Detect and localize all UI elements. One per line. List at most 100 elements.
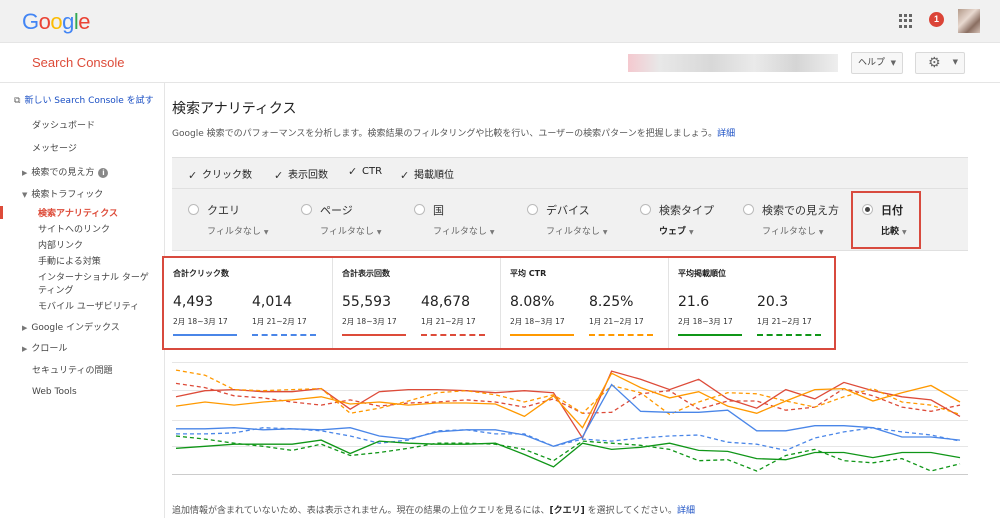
summary-card-title: 平均 CTR (510, 269, 547, 278)
chart-series-line-0 (175, 370, 961, 440)
summary-previous-line (589, 334, 653, 336)
radio-query[interactable] (188, 204, 199, 215)
help-label: ヘルプ (858, 58, 886, 68)
new-console-label: 新しい Search Console を試す (24, 96, 154, 106)
sidebar-item-label: Google インデックス (31, 323, 120, 333)
sidebar-item-label: クロール (31, 344, 68, 354)
chart-series-line-3 (175, 369, 961, 416)
sidebar-item-international-targeting[interactable]: インターナショナル ターゲ (38, 270, 149, 283)
property-selector[interactable] (628, 54, 838, 72)
chevron-down-icon: ▼ (376, 229, 382, 236)
summary-current-line (173, 334, 237, 336)
product-name[interactable]: Search Console (32, 55, 125, 70)
radio-device[interactable] (527, 204, 538, 215)
group-country-label: 国 (433, 204, 444, 217)
summary-card-position[interactable]: 平均掲載順位 21.6 20.3 2月 18~3月 17 1月 21~2月 17 (668, 258, 836, 348)
checkmark-icon: ✓ (348, 165, 358, 178)
group-device-label: デバイス (546, 204, 590, 217)
metric-label: 表示回数 (288, 170, 328, 181)
help-button[interactable]: ヘルプ ▼ (851, 52, 903, 74)
filter-label: フィルタなし (207, 227, 261, 237)
new-console-link[interactable]: ⧉ 新しい Search Console を試す (14, 93, 154, 106)
summary-current-value: 55,593 (342, 294, 391, 310)
chevron-right-icon: ▶ (22, 345, 28, 353)
notice-bold: [クエリ] (549, 506, 585, 516)
chevron-down-icon: ▼ (263, 229, 269, 236)
chevron-down-icon: ▼ (689, 229, 694, 236)
summary-current-line (342, 334, 406, 336)
summary-current-range: 2月 18~3月 17 (173, 317, 228, 326)
group-country-filter[interactable]: フィルタなし ▼ (433, 224, 494, 237)
sidebar-item-label: 検索での見え方 (31, 168, 95, 178)
google-logo[interactable]: Google (22, 9, 91, 35)
filter-label: フィルタなし (433, 227, 487, 237)
metric-ctr-checkbox[interactable]: ✓ CTR (348, 166, 382, 177)
filter-label: フィルタなし (320, 227, 374, 237)
radio-search-appearance[interactable] (743, 204, 754, 215)
radio-search-type[interactable] (640, 204, 651, 215)
summary-cards: 合計クリック数 4,493 4,014 2月 18~3月 17 1月 21~2月 17 … (162, 256, 836, 350)
sidebar-item-web-tools[interactable]: Web Tools (32, 387, 77, 397)
description-text: Google 検索でのパフォーマンスを分析します。検索結果のフィルタリングや比較… (172, 129, 718, 139)
sidebar-item-label: 検索トラフィック (31, 190, 104, 200)
sidebar-item-internal-links[interactable]: 内部リンク (38, 238, 83, 251)
summary-card-title: 平均掲載順位 (678, 269, 726, 278)
group-device-filter[interactable]: フィルタなし ▼ (546, 224, 607, 237)
sidebar-item-crawl[interactable]: ▶ クロール (22, 341, 67, 354)
sidebar-item-security-issues[interactable]: セキュリティの問題 (32, 363, 112, 376)
avatar[interactable] (958, 9, 980, 33)
summary-card-clicks[interactable]: 合計クリック数 4,493 4,014 2月 18~3月 17 1月 21~2月 17 (164, 258, 332, 348)
settings-button[interactable]: ⚙ ▼ (915, 52, 965, 74)
sidebar-item-links-to-site[interactable]: サイトへのリンク (38, 222, 110, 235)
group-search-type-label: 検索タイプ (659, 204, 714, 217)
sidebar-item-manual-actions[interactable]: 手動による対策 (38, 254, 101, 267)
summary-previous-line (757, 334, 821, 336)
notice-text-2: を選択してください。 (584, 506, 678, 516)
group-page-filter[interactable]: フィルタなし ▼ (320, 224, 381, 237)
logo-letter: G (22, 9, 39, 34)
summary-card-impressions[interactable]: 合計表示回数 55,593 48,678 2月 18~3月 17 1月 21~2月 17 (332, 258, 500, 348)
chevron-down-icon: ▼ (952, 58, 958, 66)
sidebar-item-search-appearance[interactable]: ▶ 検索での見え方 i (22, 165, 109, 178)
metric-label: CTR (362, 166, 383, 177)
logo-letter: g (62, 9, 74, 34)
filter-label: フィルタなし (762, 227, 816, 237)
metric-clicks-checkbox[interactable]: ✓ クリック数 (188, 166, 252, 181)
group-search-type-filter[interactable]: ウェブ ▼ (659, 224, 694, 237)
radio-page[interactable] (301, 204, 312, 215)
sidebar-item-messages[interactable]: メッセージ (32, 141, 77, 154)
notice-learn-more-link[interactable]: 詳細 (677, 506, 695, 516)
metric-impressions-checkbox[interactable]: ✓ 表示回数 (274, 166, 328, 181)
sidebar: ⧉ 新しい Search Console を試す ダッシュボード メッセージ ▶ 検… (0, 83, 165, 518)
sidebar-item-search-analytics[interactable]: 検索アナリティクス (38, 206, 118, 219)
sidebar-item-international-targeting-cont[interactable]: ティング (38, 283, 73, 296)
group-query-filter[interactable]: フィルタなし ▼ (207, 224, 268, 237)
chevron-down-icon: ▼ (22, 191, 28, 199)
metric-position-checkbox[interactable]: ✓ 掲載順位 (400, 166, 454, 181)
notification-badge[interactable]: 1 (929, 12, 944, 27)
summary-previous-range: 1月 21~2月 17 (589, 317, 644, 326)
no-table-notice: 追加情報が含まれていないため、表は表示されません。現在の結果の上位クエリを見るに… (172, 503, 695, 516)
page-title: 検索アナリティクス (172, 101, 297, 117)
external-link-icon: ⧉ (14, 96, 21, 106)
sidebar-item-dashboard[interactable]: ダッシュボード (32, 118, 95, 131)
filter-label: フィルタなし (546, 227, 600, 237)
summary-card-ctr[interactable]: 平均 CTR 8.08% 8.25% 2月 18~3月 17 1月 21~2月 17 (500, 258, 668, 348)
sidebar-item-mobile-usability[interactable]: モバイル ユーザビリティ (38, 299, 139, 312)
radio-country[interactable] (414, 204, 425, 215)
group-search-appearance-filter[interactable]: フィルタなし ▼ (762, 224, 823, 237)
page-description: Google 検索でのパフォーマンスを分析します。検索結果のフィルタリングや比較… (172, 126, 735, 139)
summary-previous-value: 48,678 (421, 294, 470, 310)
sidebar-item-search-traffic[interactable]: ▼ 検索トラフィック (22, 187, 103, 200)
notice-text: 追加情報が含まれていないため、表は表示されません。現在の結果の上位クエリを見るに… (172, 506, 550, 516)
chevron-right-icon: ▶ (22, 324, 28, 332)
summary-previous-value: 20.3 (757, 294, 789, 310)
chevron-down-icon: ▼ (818, 229, 824, 236)
description-learn-more-link[interactable]: 詳細 (717, 129, 735, 139)
checkmark-icon: ✓ (188, 169, 198, 182)
apps-grid-icon[interactable] (899, 14, 913, 28)
info-icon[interactable]: i (98, 168, 109, 178)
summary-current-range: 2月 18~3月 17 (342, 317, 397, 326)
sidebar-item-google-index[interactable]: ▶ Google インデックス (22, 320, 120, 333)
metrics-bar: ✓ クリック数 ✓ 表示回数 ✓ CTR ✓ 掲載順位 (172, 157, 968, 189)
